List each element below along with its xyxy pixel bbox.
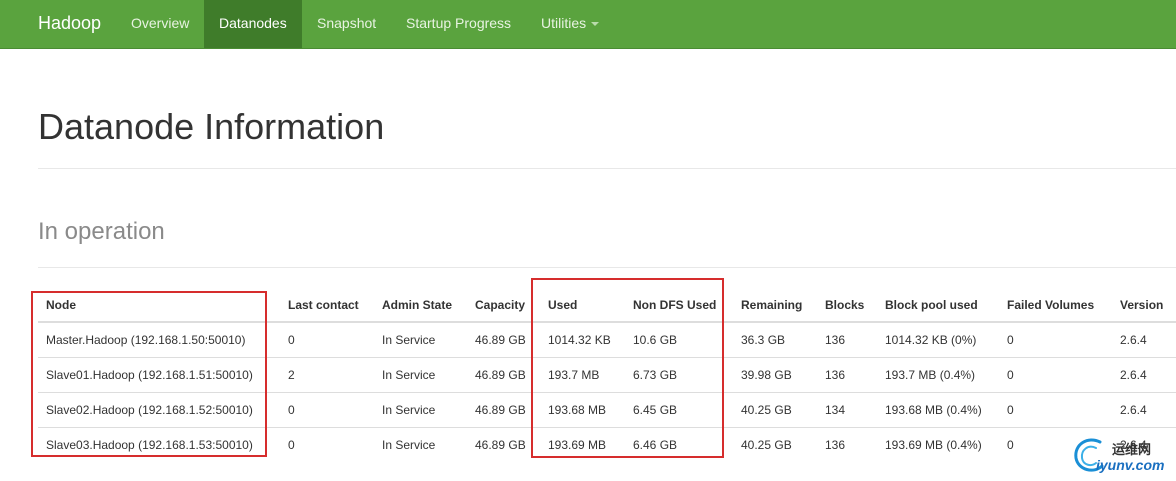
cell-remaining: 39.98 GB xyxy=(733,357,817,393)
page-title: Datanode Information xyxy=(38,106,385,147)
cell-remaining: 40.25 GB xyxy=(733,427,817,462)
col-block-pool-used: Block pool used xyxy=(877,288,999,323)
brand-link[interactable]: Hadoop xyxy=(38,13,101,34)
col-admin-state: Admin State xyxy=(374,288,467,323)
cell-last-contact: 2 xyxy=(280,357,374,393)
nav-utilities-label: Utilities xyxy=(541,15,587,31)
col-failed-volumes: Failed Volumes xyxy=(999,288,1112,323)
cell-capacity: 46.89 GB xyxy=(475,333,526,347)
section-divider xyxy=(38,267,1176,268)
cell-capacity: 46.89 GB xyxy=(467,392,540,428)
watermark-url-text: iyunv.com xyxy=(1096,457,1165,473)
cell-failed-volumes: 0 xyxy=(999,357,1112,393)
watermark: 运维网 iyunv.com xyxy=(1070,436,1176,481)
highlight-box-used xyxy=(531,278,724,458)
cell-blocks: 136 xyxy=(817,357,877,393)
nav-startup-progress[interactable]: Startup Progress xyxy=(391,0,526,48)
col-last-contact: Last contact xyxy=(280,288,374,323)
cell-version: 2.6.4 xyxy=(1112,357,1176,393)
nav-snapshot[interactable]: Snapshot xyxy=(302,0,391,48)
cell-remaining: 36.3 GB xyxy=(741,333,786,347)
nav-utilities[interactable]: Utilities xyxy=(526,0,614,48)
cell-admin-state: In Service xyxy=(382,333,436,347)
cell-version: 2.6.4 xyxy=(1112,392,1176,428)
cell-blocks: 134 xyxy=(817,392,877,428)
cell-version: 2.6.4 xyxy=(1120,333,1147,347)
cell-failed-volumes: 0 xyxy=(1007,333,1014,347)
cell-capacity: 46.89 GB xyxy=(467,427,540,462)
cell-remaining: 40.25 GB xyxy=(733,392,817,428)
cell-last-contact: 0 xyxy=(280,427,374,462)
cell-block-pool-used: 1014.32 KB (0%) xyxy=(885,333,977,347)
watermark-cn-text: 运维网 xyxy=(1112,442,1152,457)
col-blocks: Blocks xyxy=(817,288,877,323)
col-remaining: Remaining xyxy=(733,288,817,323)
chevron-down-icon xyxy=(591,22,600,27)
section-heading: In operation xyxy=(38,218,165,245)
title-divider xyxy=(38,168,1176,169)
cell-admin-state: In Service xyxy=(374,427,467,462)
col-version: Version xyxy=(1112,288,1176,323)
cell-blocks: 136 xyxy=(817,427,877,462)
navbar: Hadoop Overview Datanodes Snapshot Start… xyxy=(0,0,1176,49)
cell-admin-state: In Service xyxy=(374,357,467,393)
cell-last-contact: 0 xyxy=(280,392,374,428)
cell-admin-state: In Service xyxy=(374,392,467,428)
col-capacity: Capacity xyxy=(467,288,540,323)
cell-failed-volumes: 0 xyxy=(999,392,1112,428)
highlight-box-node xyxy=(31,291,267,457)
nav-datanodes[interactable]: Datanodes xyxy=(204,0,302,48)
cell-last-contact: 0 xyxy=(288,333,295,347)
cell-block-pool-used: 193.68 MB (0.4%) xyxy=(877,392,999,428)
cell-block-pool-used: 193.7 MB (0.4%) xyxy=(877,357,999,393)
cell-blocks: 136 xyxy=(825,333,846,347)
cell-capacity: 46.89 GB xyxy=(467,357,540,393)
nav-overview[interactable]: Overview xyxy=(116,0,204,48)
cell-block-pool-used: 193.69 MB (0.4%) xyxy=(877,427,999,462)
